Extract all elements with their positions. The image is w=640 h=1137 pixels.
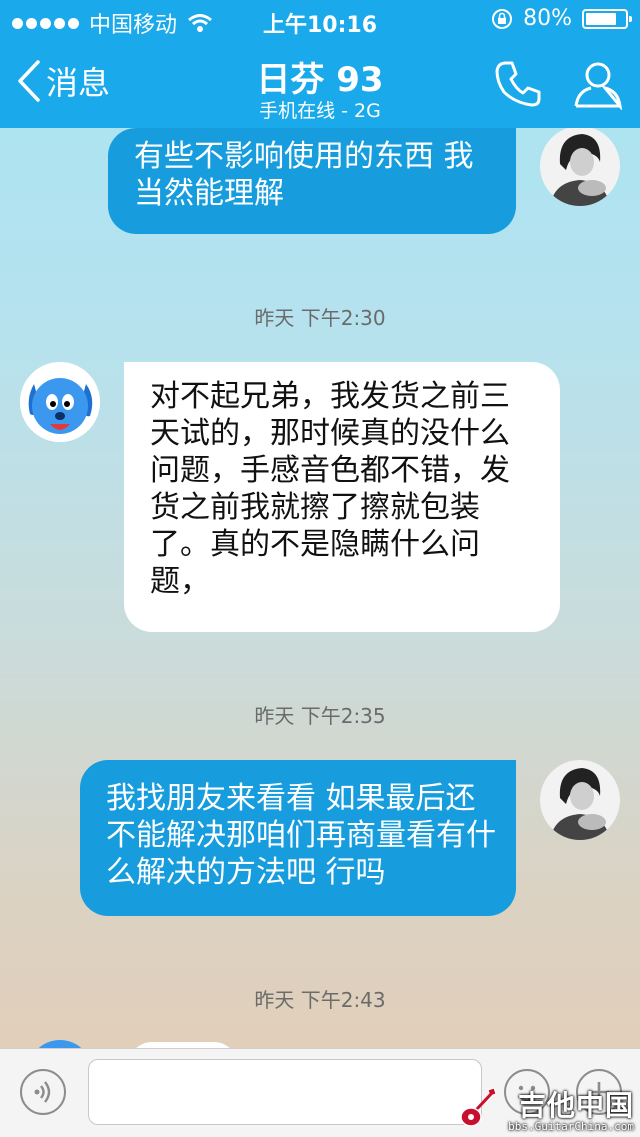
battery-icon [582, 8, 632, 29]
watermark-text: 吉他中国 [517, 1089, 634, 1122]
phone-icon [495, 61, 541, 107]
call-button[interactable] [492, 58, 544, 110]
message-text: 对不起兄弟，我发货之前三天试的，那时候真的没什么问题，手感音色都不错，发货之前我… [150, 379, 510, 599]
message-text: 有些不影响使用的东西 我当然能理解 [134, 139, 474, 211]
chat-subtitle: 手机在线 - 2G [259, 100, 381, 122]
message-bubble-incoming[interactable]: 对不起兄弟，我发货之前三天试的，那时候真的没什么问题，手感音色都不错，发货之前我… [124, 362, 560, 632]
guitar-logo-icon [460, 1087, 497, 1127]
my-avatar[interactable] [540, 128, 620, 206]
orientation-lock-icon [492, 8, 513, 29]
contact-avatar[interactable] [20, 362, 100, 442]
chat-title: 日芬 93 [256, 60, 384, 100]
timestamp: 昨天 下午2:30 [254, 306, 386, 330]
message-text: 我找朋友来看看 如果最后还不能解决那咱们再商量看有什么解决的方法吧 行吗 [106, 781, 496, 890]
contact-avatar-partial [28, 1040, 92, 1048]
battery-percent: 80% [523, 6, 572, 31]
message-bubble-outgoing[interactable]: 我找朋友来看看 如果最后还不能解决那咱们再商量看有什么解决的方法吧 行吗 [80, 760, 516, 916]
message-input[interactable] [88, 1059, 482, 1125]
watermark-url: bbs.GuitarChina.com [508, 1120, 634, 1133]
timestamp: 昨天 下午2:43 [254, 988, 386, 1012]
header: 中国移动 上午10:16 80% 消息 日芬 93 手机在线 - 2G [0, 0, 640, 128]
message-bubble-outgoing[interactable]: 有些不影响使用的东西 我当然能理解 [108, 128, 516, 234]
status-right: 80% [491, 6, 632, 31]
voice-icon [34, 1081, 51, 1103]
my-avatar[interactable] [540, 760, 620, 840]
watermark: 吉他中国 bbs.GuitarChina.com [460, 1084, 636, 1134]
timestamp: 昨天 下午2:35 [254, 704, 386, 728]
profile-icon [574, 62, 623, 111]
profile-button[interactable] [572, 58, 624, 111]
battery-fill [586, 12, 616, 25]
voice-button[interactable] [20, 1069, 66, 1115]
chat-area[interactable]: 有些不影响使用的东西 我当然能理解 昨天 下午2:30 对不起兄弟，我发货之前三… [0, 128, 640, 1048]
status-bar: 中国移动 上午10:16 80% [0, 0, 640, 40]
